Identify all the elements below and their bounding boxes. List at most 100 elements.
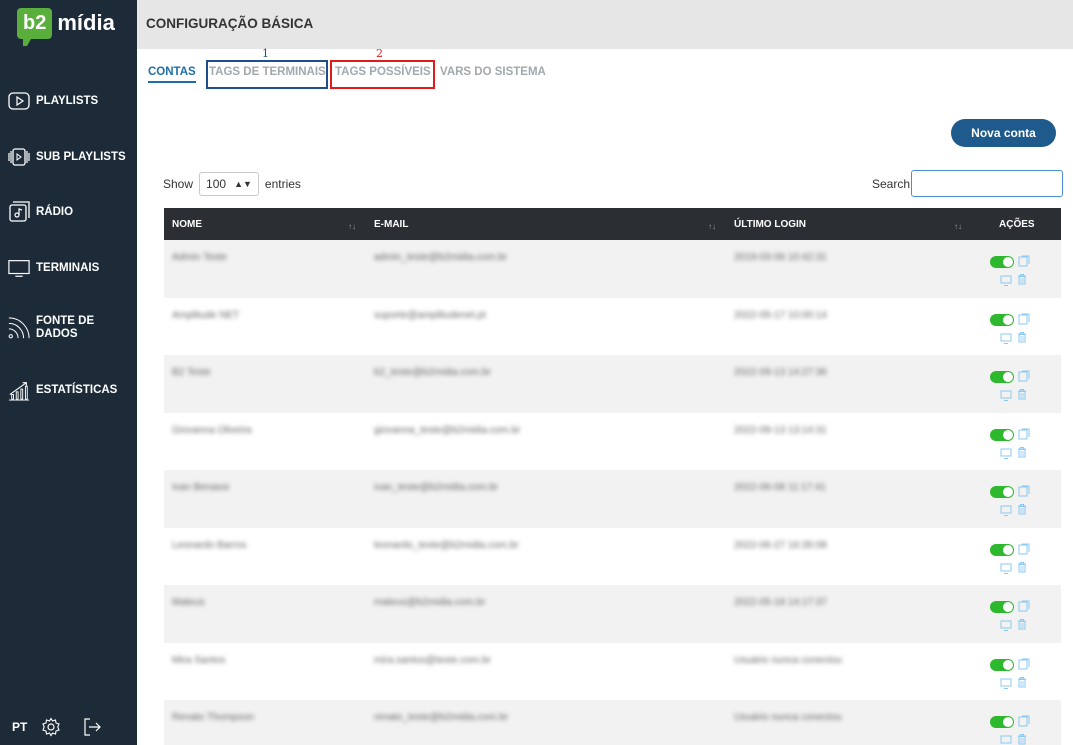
- active-toggle[interactable]: [990, 601, 1014, 613]
- sort-icon[interactable]: ↑↓: [708, 222, 716, 231]
- delete-icon[interactable]: [1016, 617, 1028, 630]
- column-header-email[interactable]: E-MAIL: [374, 219, 408, 230]
- delete-icon[interactable]: [1016, 732, 1028, 745]
- sidebar-item-label: TERMINAIS: [36, 262, 100, 274]
- cell-ultimo-login: 2019-03-06 10:42:31: [734, 252, 827, 263]
- row-actions: [990, 252, 1030, 288]
- delete-icon[interactable]: [1016, 387, 1028, 400]
- table-body: Admin Teste admin_teste@b2midia.com.br 201…: [164, 240, 1061, 745]
- cell-nome: Leonardo Barros: [172, 539, 247, 551]
- sort-icon[interactable]: ↑↓: [954, 222, 962, 231]
- table-row: Renato Thompson renato_teste@b2midia.com.…: [164, 700, 1061, 745]
- search-input[interactable]: [911, 170, 1063, 197]
- updown-icon: ▲▼: [234, 179, 252, 189]
- terminal-icon[interactable]: [1000, 504, 1012, 516]
- edit-icon[interactable]: [1018, 427, 1030, 439]
- cell-nome: Mira Santos: [172, 654, 226, 666]
- gear-icon[interactable]: [41, 717, 61, 737]
- active-toggle[interactable]: [990, 313, 1014, 326]
- sidebar-item-label: SUB PLAYLISTS: [36, 151, 126, 163]
- cell-ultimo-login: 2022-05-17 10:00:14: [734, 309, 827, 321]
- cell-email: suporte@amplitudenet.pt: [374, 309, 486, 321]
- sidebar-item-label: FONTE DE: [36, 315, 95, 327]
- active-toggle[interactable]: [990, 428, 1014, 441]
- active-toggle[interactable]: [990, 716, 1014, 728]
- edit-icon[interactable]: [1018, 484, 1030, 497]
- page-header: CONFIGURAÇÃO BÁSICA: [137, 0, 1073, 49]
- row-actions: [990, 367, 1030, 403]
- terminal-icon[interactable]: [1000, 274, 1012, 286]
- row-actions: [990, 540, 1030, 576]
- active-toggle[interactable]: [990, 543, 1014, 556]
- sort-icon[interactable]: ↑↓: [348, 222, 356, 231]
- terminal-icon[interactable]: [1000, 734, 1012, 745]
- delete-icon[interactable]: [1016, 502, 1028, 515]
- new-account-button[interactable]: Nova conta: [951, 119, 1056, 147]
- active-toggle[interactable]: [990, 658, 1014, 671]
- show-label: Show: [163, 177, 194, 191]
- cell-email: leonardo_teste@b2midia.com.br: [374, 539, 519, 551]
- accounts-table: NOME ↑↓ E-MAIL ↑↓ ÚLTIMO LOGIN ↑↓ AÇÕES …: [164, 208, 1061, 745]
- delete-icon[interactable]: [1016, 272, 1028, 285]
- terminal-icon[interactable]: [1000, 447, 1012, 459]
- row-actions: [990, 597, 1030, 633]
- row-actions: [990, 655, 1030, 691]
- cell-email: ivan_teste@b2midia.com.br: [374, 482, 499, 493]
- entries-select[interactable]: 100 ▲▼: [199, 172, 259, 196]
- sidebar-item-label: RÁDIO: [36, 206, 74, 218]
- tab-contas[interactable]: CONTAS: [148, 66, 196, 83]
- edit-icon[interactable]: [1018, 714, 1030, 727]
- logout-icon[interactable]: [82, 717, 102, 737]
- active-toggle[interactable]: [990, 486, 1014, 498]
- sidebar-item-sub-playlists[interactable]: SUB PLAYLISTS: [8, 146, 126, 168]
- edit-icon[interactable]: [1018, 599, 1030, 612]
- cell-nome: Ivan Benassi: [172, 482, 230, 493]
- delete-icon[interactable]: [1016, 445, 1028, 457]
- logo-badge: b2: [17, 7, 53, 46]
- terminal-icon[interactable]: [1000, 562, 1012, 574]
- monitor-icon: [8, 257, 30, 279]
- terminal-icon[interactable]: [1000, 389, 1012, 401]
- sidebar: b2 mídia PLAYLISTS SUB PLAYLISTS RÁDIO T…: [0, 0, 137, 745]
- edit-icon[interactable]: [1018, 254, 1030, 267]
- language-selector[interactable]: PT: [12, 720, 27, 734]
- edit-icon[interactable]: [1018, 657, 1030, 669]
- delete-icon[interactable]: [1016, 675, 1028, 687]
- edit-icon[interactable]: [1018, 542, 1030, 554]
- cell-nome: Amplitude NET: [172, 309, 240, 321]
- tab-vars-do-sistema[interactable]: VARS DO SISTEMA: [440, 66, 546, 78]
- edit-icon[interactable]: [1018, 312, 1030, 324]
- column-header-nome[interactable]: NOME: [172, 219, 202, 230]
- column-header-ultimo-login[interactable]: ÚLTIMO LOGIN: [734, 219, 806, 230]
- active-toggle[interactable]: [990, 256, 1014, 268]
- active-toggle[interactable]: [990, 371, 1014, 383]
- delete-icon[interactable]: [1016, 330, 1028, 342]
- sidebar-item-terminais[interactable]: TERMINAIS: [8, 257, 99, 279]
- terminal-icon[interactable]: [1000, 677, 1012, 689]
- terminal-icon[interactable]: [1000, 332, 1012, 344]
- cell-nome: Giovanna Oliveira: [172, 424, 252, 436]
- edit-icon[interactable]: [1018, 369, 1030, 382]
- cell-email: mateus@b2midia.com.br: [374, 597, 486, 608]
- cell-ultimo-login: Usuário nunca conectou: [734, 654, 842, 666]
- sidebar-item-radio[interactable]: RÁDIO: [8, 201, 73, 223]
- sidebar-item-playlists[interactable]: PLAYLISTS: [8, 90, 98, 112]
- entries-label: entries: [264, 177, 301, 191]
- search-label: Search:: [872, 177, 914, 191]
- cell-nome: Mateus: [172, 597, 205, 608]
- row-actions: [990, 482, 1030, 518]
- terminal-icon[interactable]: [1000, 619, 1012, 631]
- cell-ultimo-login: 2022-06-27 16:35:08: [734, 539, 827, 551]
- delete-icon[interactable]: [1016, 560, 1028, 572]
- logo[interactable]: b2 mídia: [17, 6, 115, 46]
- sidebar-item-fonte-de-dados[interactable]: FONTE DE DADOS: [8, 315, 94, 341]
- table-header: NOME ↑↓ E-MAIL ↑↓ ÚLTIMO LOGIN ↑↓ AÇÕES: [164, 208, 1061, 240]
- sub-playlists-icon: [8, 146, 30, 168]
- cell-nome: Admin Teste: [172, 252, 227, 263]
- stats-icon: [8, 379, 30, 401]
- cell-ultimo-login: 2022-09-13 13:14:31: [734, 424, 827, 436]
- cell-nome: Renato Thompson: [172, 712, 255, 723]
- table-row: Ivan Benassi ivan_teste@b2midia.com.br 202…: [164, 470, 1061, 528]
- page-title: CONFIGURAÇÃO BÁSICA: [146, 16, 314, 31]
- sidebar-item-estatisticas[interactable]: ESTATÍSTICAS: [8, 379, 117, 401]
